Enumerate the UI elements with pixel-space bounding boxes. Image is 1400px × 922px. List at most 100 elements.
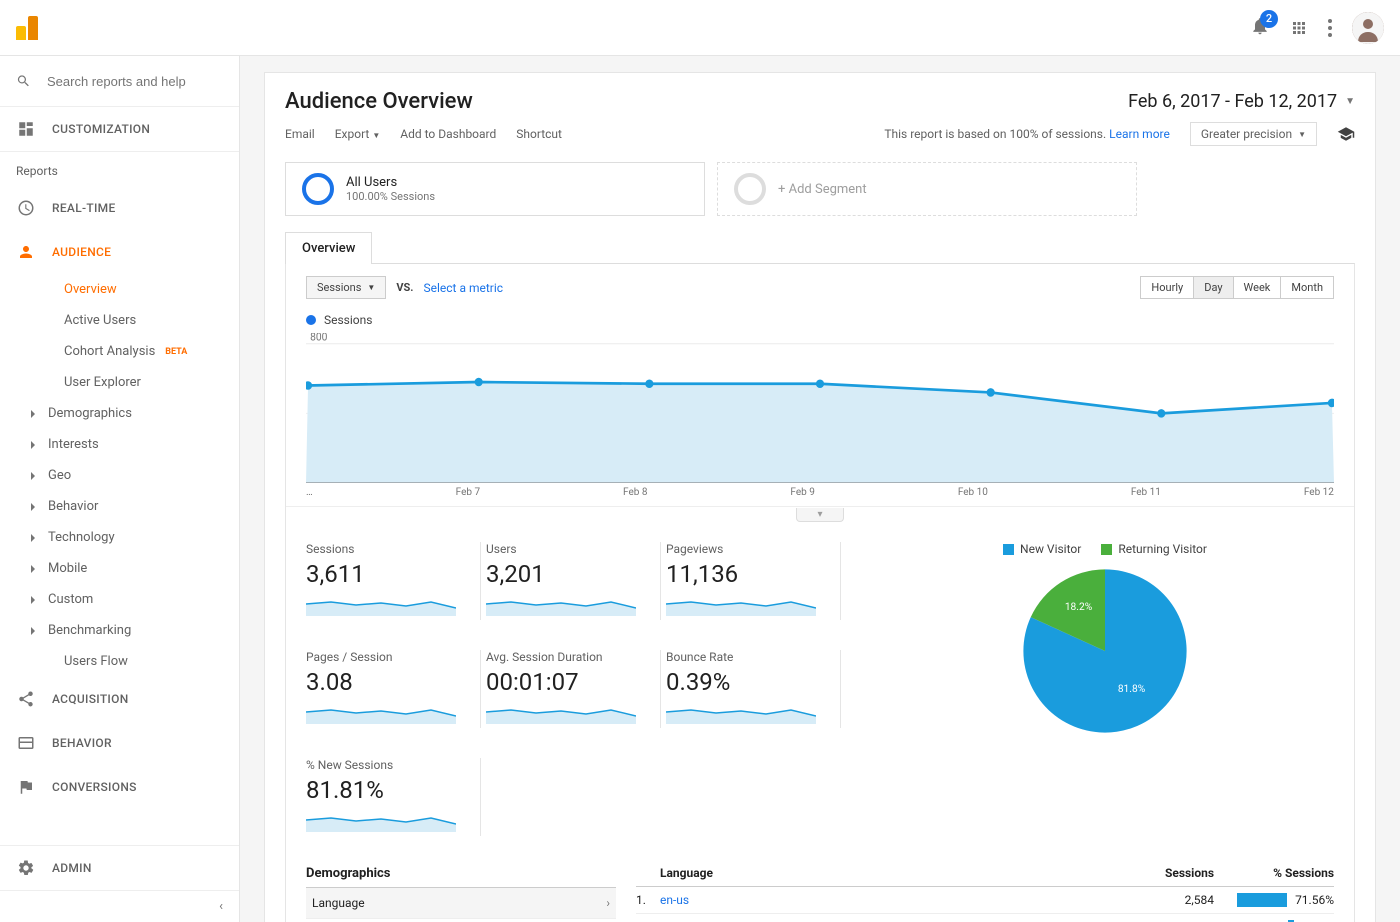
chart-series-label: Sessions: [306, 313, 1334, 327]
chart-expand-handle[interactable]: ▾: [286, 506, 1354, 522]
sidebar-item-overview[interactable]: Overview: [48, 274, 239, 305]
sidebar-item-benchmarking[interactable]: Benchmarking: [48, 615, 239, 646]
sparkline: [306, 700, 456, 724]
metric-value: 81.81%: [306, 776, 476, 804]
metric-label: Pages / Session: [306, 650, 476, 664]
nav-admin[interactable]: ADMIN: [0, 846, 239, 890]
language-row[interactable]: 2.en-gb3198.83%: [636, 914, 1334, 922]
segment-circle-icon: [302, 173, 334, 205]
sidebar-item-demographics[interactable]: Demographics: [48, 398, 239, 429]
sidebar-collapse-button[interactable]: ‹: [0, 890, 239, 922]
select-metric-link[interactable]: Select a metric: [424, 281, 504, 295]
metric-avg-session-duration[interactable]: Avg. Session Duration00:01:07: [486, 650, 656, 728]
sidebar-item-technology[interactable]: Technology: [48, 522, 239, 553]
metric-users[interactable]: Users3,201: [486, 542, 656, 620]
sidebar-item-user-explorer[interactable]: User Explorer: [48, 367, 239, 398]
sidebar-item-users-flow[interactable]: Users Flow: [48, 646, 239, 677]
sidebar-item-mobile[interactable]: Mobile: [48, 553, 239, 584]
segment-all-users[interactable]: All Users 100.00% Sessions: [285, 162, 705, 216]
precision-dropdown[interactable]: Greater precision▼: [1190, 122, 1317, 146]
nav-label: CUSTOMIZATION: [52, 122, 150, 136]
svg-text:800: 800: [310, 333, 327, 344]
metric-label: Users: [486, 542, 656, 556]
add-segment-button[interactable]: + Add Segment: [717, 162, 1137, 216]
ga-logo: [16, 16, 40, 40]
flag-icon: [16, 777, 36, 797]
metric-bounce-rate[interactable]: Bounce Rate0.39%: [666, 650, 836, 728]
top-bar: 2: [0, 0, 1400, 56]
nav-behavior[interactable]: BEHAVIOR: [0, 721, 239, 765]
metric-label: Bounce Rate: [666, 650, 836, 664]
sessions-line-chart: 400800: [306, 333, 1334, 483]
learn-more-link[interactable]: Learn more: [1109, 127, 1170, 141]
pct-sessions-column-header: % Sessions: [1214, 866, 1334, 880]
sidebar: CUSTOMIZATION Reports REAL-TIME AUDIENCE…: [0, 56, 240, 922]
legend-new-visitor: New Visitor: [1003, 542, 1081, 556]
sidebar-item-label: Cohort Analysis: [64, 344, 155, 359]
gear-icon: [16, 858, 36, 878]
metric-pages-session[interactable]: Pages / Session 3.08: [306, 650, 476, 728]
sidebar-item-cohort-analysis[interactable]: Cohort AnalysisBETA: [48, 336, 239, 367]
export-button[interactable]: Export ▼: [335, 127, 381, 141]
demographics-item-language[interactable]: Language›: [306, 888, 616, 919]
sidebar-item-geo[interactable]: Geo: [48, 460, 239, 491]
search-icon: [16, 72, 31, 90]
metric-sessions[interactable]: Sessions3,611: [306, 542, 476, 620]
date-range-label: Feb 6, 2017 - Feb 12, 2017: [1128, 91, 1337, 112]
reports-section-label: Reports: [0, 151, 239, 186]
period-month[interactable]: Month: [1280, 276, 1334, 299]
sparkline: [306, 808, 456, 832]
sidebar-item-label: Mobile: [48, 561, 87, 576]
period-day[interactable]: Day: [1193, 276, 1233, 299]
sidebar-item-label: Interests: [48, 437, 99, 452]
nav-audience[interactable]: AUDIENCE: [0, 230, 239, 274]
metric-label: Pageviews: [666, 542, 836, 556]
add-to-dashboard-button[interactable]: Add to Dashboard: [400, 127, 496, 141]
sidebar-item-custom[interactable]: Custom: [48, 584, 239, 615]
user-avatar[interactable]: [1352, 12, 1384, 44]
sessions-column-header: Sessions: [1134, 866, 1214, 880]
tab-overview[interactable]: Overview: [285, 232, 372, 264]
sidebar-item-behavior[interactable]: Behavior: [48, 491, 239, 522]
nav-realtime[interactable]: REAL-TIME: [0, 186, 239, 230]
svg-text:18.2%: 18.2%: [1065, 602, 1093, 613]
metric-value: 11,136: [666, 560, 836, 588]
visitor-pie-chart: 81.8% 18.2%: [1020, 566, 1190, 736]
metric--new-sessions[interactable]: % New Sessions81.81%: [306, 758, 476, 836]
sidebar-item-label: Active Users: [64, 313, 136, 328]
metric-value: 3.08: [306, 668, 476, 696]
language-row[interactable]: 1.en-us2,58471.56%: [636, 887, 1334, 914]
search-input[interactable]: [47, 74, 223, 89]
chevron-down-icon: ▼: [1345, 96, 1355, 107]
segment-title: All Users: [346, 175, 435, 190]
nav-customization[interactable]: CUSTOMIZATION: [0, 107, 239, 151]
language-link[interactable]: en-us: [660, 893, 1134, 907]
sidebar-item-label: User Explorer: [64, 375, 141, 390]
education-icon[interactable]: [1337, 125, 1355, 143]
metric-pageviews[interactable]: Pageviews 11,136: [666, 542, 836, 620]
apps-icon[interactable]: [1290, 19, 1308, 37]
svg-text:81.8%: 81.8%: [1118, 684, 1146, 695]
email-button[interactable]: Email: [285, 127, 315, 141]
clock-icon: [16, 198, 36, 218]
sidebar-item-active-users[interactable]: Active Users: [48, 305, 239, 336]
metric-selector[interactable]: Sessions▼: [306, 276, 386, 299]
sidebar-item-label: Geo: [48, 468, 71, 483]
metric-label: Avg. Session Duration: [486, 650, 656, 664]
nav-acquisition[interactable]: ACQUISITION: [0, 677, 239, 721]
segment-circle-icon: [734, 173, 766, 205]
sidebar-item-label: Users Flow: [64, 654, 128, 669]
sidebar-item-label: Overview: [64, 282, 117, 297]
sidebar-item-interests[interactable]: Interests: [48, 429, 239, 460]
sparkline: [306, 592, 456, 616]
add-segment-label: + Add Segment: [778, 182, 867, 197]
sidebar-item-label: Technology: [48, 530, 115, 545]
behavior-icon: [16, 733, 36, 753]
notifications-button[interactable]: 2: [1250, 16, 1270, 40]
nav-conversions[interactable]: CONVERSIONS: [0, 765, 239, 809]
period-week[interactable]: Week: [1233, 276, 1282, 299]
date-range-picker[interactable]: Feb 6, 2017 - Feb 12, 2017 ▼: [1128, 91, 1355, 112]
period-hourly[interactable]: Hourly: [1140, 276, 1194, 299]
more-menu-icon[interactable]: [1328, 19, 1332, 37]
shortcut-button[interactable]: Shortcut: [516, 127, 562, 141]
